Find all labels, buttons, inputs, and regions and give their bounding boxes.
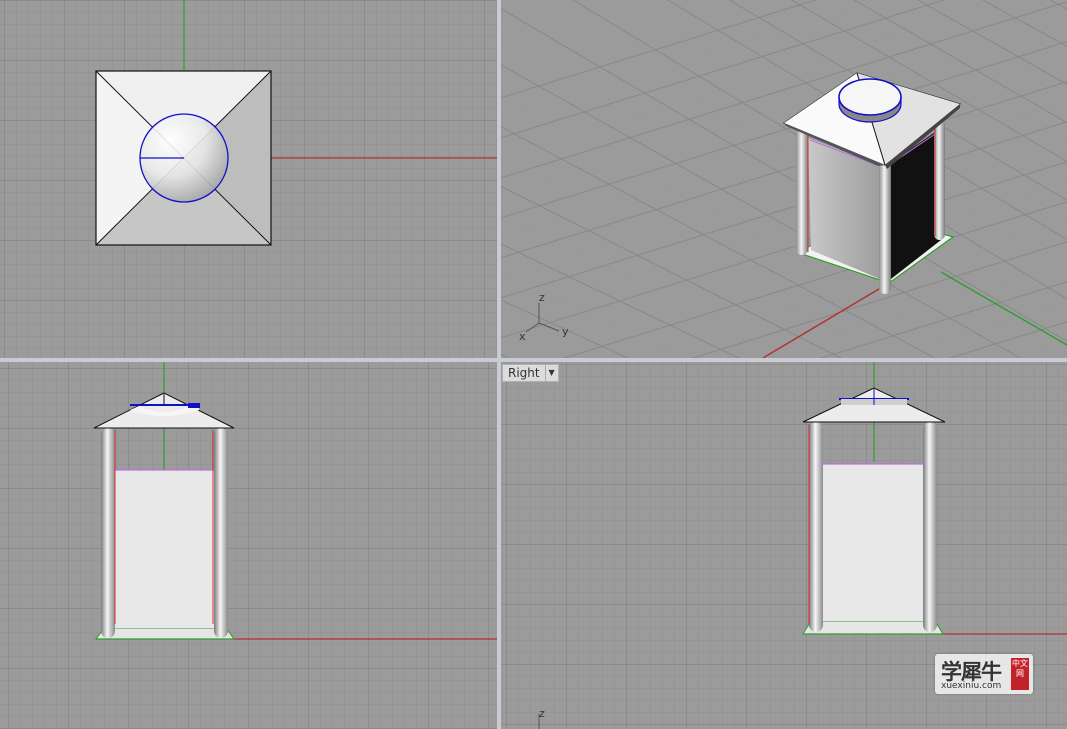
rhino-viewports: z y x z Right ▼ 学犀牛 xuexiniu.com 中文网	[0, 0, 1067, 729]
axis-z-label-right: z	[539, 707, 545, 720]
viewport-front[interactable]	[0, 362, 497, 729]
perspective-grid	[501, 0, 1067, 358]
viewport-title-right-text: Right	[508, 366, 540, 380]
watermark-site: xuexiniu.com	[941, 681, 1002, 691]
perspective-view-canvas[interactable]: z y x	[501, 0, 1067, 358]
axis-y-label: y	[562, 325, 569, 338]
watermark-badge: 中文网	[1011, 658, 1029, 690]
viewport-perspective[interactable]: z y x	[501, 0, 1067, 358]
trash-bin-3d[interactable]	[782, 72, 962, 294]
caret-down-icon[interactable]: ▼	[544, 365, 558, 381]
viewport-top[interactable]	[0, 0, 497, 358]
axis-x-label: x	[519, 330, 526, 343]
watermark-logo: 学犀牛 xuexiniu.com 中文网	[935, 654, 1033, 694]
viewport-title-right[interactable]: Right ▼	[502, 364, 559, 382]
roof-top-view[interactable]	[95, 70, 272, 246]
front-view-canvas[interactable]	[0, 362, 497, 729]
top-view-canvas[interactable]	[0, 0, 497, 358]
axis-z-label: z	[539, 291, 545, 304]
